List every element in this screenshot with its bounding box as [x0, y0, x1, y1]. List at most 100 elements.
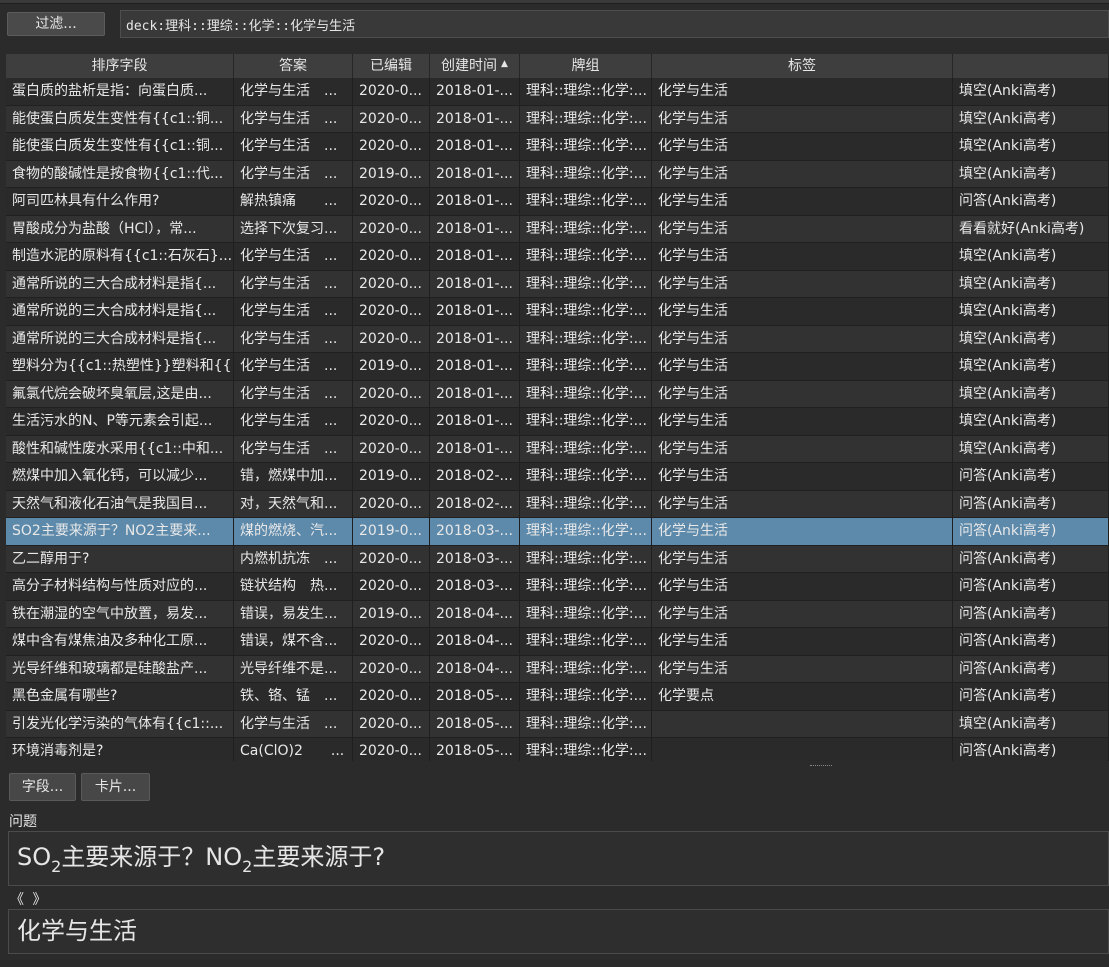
cell-sort-field: 能使蛋白质发生变性有{{c1::铜... [6, 105, 234, 133]
cell-deck: 理科::理综::化学:... [520, 105, 652, 133]
cell-answer: 选择下次复习... [234, 215, 353, 243]
table-row[interactable]: SO2主要来源于？NO2主要来... 煤的燃烧、汽... 2019-0... 2018… [6, 518, 1109, 546]
cell-note-type: 填空(Anki高考) [953, 270, 1109, 298]
table-row[interactable]: 能使蛋白质发生变性有{{c1::铜... 化学与生活 ... 2020-0... 20… [6, 133, 1109, 161]
column-header-tags[interactable]: 标签 [652, 54, 953, 78]
column-header-deck[interactable]: 牌组 [520, 54, 652, 78]
cell-edited: 2019-0... [353, 463, 430, 491]
cell-created: 2018-04-... [430, 655, 520, 683]
cell-edited: 2020-0... [353, 435, 430, 463]
question-subscript: 2 [242, 857, 253, 876]
cell-created: 2018-01-... [430, 435, 520, 463]
cell-edited: 2019-0... [353, 353, 430, 381]
cell-note-type: 填空(Anki高考) [953, 243, 1109, 271]
cell-tags: 化学与生活 [652, 298, 953, 326]
table-row[interactable]: 蛋白质的盐析是指：向蛋白质... 化学与生活 ... 2020-0... 2018-0… [6, 78, 1109, 106]
cell-answer: 链状结构 热... [234, 573, 353, 601]
cell-created: 2018-03-... [430, 518, 520, 546]
answer-field[interactable]: 化学与生活 [8, 909, 1109, 954]
cell-deck: 理科::理综::化学:... [520, 380, 652, 408]
cell-edited: 2020-0... [353, 573, 430, 601]
filter-button[interactable]: 过滤... [7, 12, 105, 36]
column-header-answer[interactable]: 答案 [234, 54, 353, 78]
question-field[interactable]: SO2主要来源于？NO2主要来源于? [8, 831, 1109, 886]
column-header-label: 排序字段 [91, 58, 148, 74]
column-header-sort-field[interactable]: 排序字段 [6, 54, 234, 78]
cell-deck: 理科::理综::化学:... [520, 655, 652, 683]
search-input[interactable] [120, 10, 1109, 38]
cell-note-type: 问答(Anki高考) [953, 573, 1109, 601]
cell-deck: 理科::理综::化学:... [520, 133, 652, 161]
cell-sort-field: 天然气和液化石油气是我国目... [6, 490, 234, 518]
cards-button[interactable]: 卡片... [81, 773, 150, 801]
cell-note-type: 填空(Anki高考) [953, 133, 1109, 161]
table-row[interactable]: 酸性和碱性废水采用{{c1::中和... 化学与生活 ... 2020-0... 20… [6, 435, 1109, 463]
column-header-edited[interactable]: 已编辑 [353, 54, 430, 78]
table-row[interactable]: 铁在潮湿的空气中放置，易发... 错误，易发生... 2019-0... 2018-0… [6, 600, 1109, 628]
table-row[interactable]: 通常所说的三大合成材料是指{... 化学与生活 ... 2020-0... 2018-… [6, 325, 1109, 353]
cell-tags: 化学与生活 [652, 573, 953, 601]
cell-answer: 化学与生活 ... [234, 408, 353, 436]
table-row[interactable]: 胃酸成分为盐酸（HCl），常... 选择下次复习... 2020-0... 2018-… [6, 215, 1109, 243]
table-row[interactable]: 乙二醇用于? 内燃机抗冻 ... 2020-0... 2018-03-... 理科::理… [6, 545, 1109, 573]
table-row[interactable]: 能使蛋白质发生变性有{{c1::铜... 化学与生活 ... 2020-0... 20… [6, 105, 1109, 133]
table-row[interactable]: 制造水泥的原料有{{c1::石灰石}... 化学与生活 ... 2020-0... 2… [6, 243, 1109, 271]
cell-answer: 化学与生活 ... [234, 78, 353, 106]
splitter-handle[interactable] [810, 765, 832, 768]
cell-created: 2018-01-... [430, 270, 520, 298]
cell-note-type: 填空(Anki高考) [953, 710, 1109, 738]
table-row[interactable]: 引发光化学污染的气体有{{c1::... 化学与生活 ... 2020-0... 20… [6, 710, 1109, 738]
cell-created: 2018-05-... [430, 710, 520, 738]
cell-note-type: 填空(Anki高考) [953, 380, 1109, 408]
cell-answer: 铁、铬、锰 ... [234, 683, 353, 711]
cell-sort-field: 光导纤维和玻璃都是硅酸盐产... [6, 655, 234, 683]
question-text: 主要来源于？NO [61, 843, 243, 871]
table-row[interactable]: 黑色金属有哪些? 铁、铬、锰 ... 2020-0... 2018-05-... 理科:… [6, 683, 1109, 711]
cell-tags: 化学与生活 [652, 628, 953, 656]
cell-tags: 化学与生活 [652, 325, 953, 353]
cell-edited: 2020-0... [353, 78, 430, 106]
cell-edited: 2020-0... [353, 105, 430, 133]
table-row[interactable]: 环境消毒剂是? Ca(ClO)2 ... 2020-0... 2018-05-... 理… [6, 738, 1109, 761]
cell-created: 2018-01-... [430, 243, 520, 271]
cell-answer: 解热镇痛 ... [234, 188, 353, 216]
cell-created: 2018-01-... [430, 105, 520, 133]
cell-sort-field: 铁在潮湿的空气中放置，易发... [6, 600, 234, 628]
cell-deck: 理科::理综::化学:... [520, 435, 652, 463]
table-row[interactable]: 光导纤维和玻璃都是硅酸盐产... 光导纤维不是... 2020-0... 2018-0… [6, 655, 1109, 683]
table-row[interactable]: 煤中含有煤焦油及多种化工原... 错误，煤不含... 2020-0... 2018-0… [6, 628, 1109, 656]
cell-edited: 2020-0... [353, 710, 430, 738]
cell-created: 2018-01-... [430, 78, 520, 106]
cell-deck: 理科::理综::化学:... [520, 408, 652, 436]
cell-created: 2018-03-... [430, 573, 520, 601]
table-row[interactable]: 天然气和液化石油气是我国目... 对，天然气和... 2020-0... 2018-0… [6, 490, 1109, 518]
table-row[interactable]: 生活污水的N、P等元素会引起... 化学与生活 ... 2020-0... 2018-… [6, 408, 1109, 436]
cell-note-type: 填空(Anki高考) [953, 353, 1109, 381]
cell-created: 2018-05-... [430, 683, 520, 711]
question-subscript: 2 [51, 857, 62, 876]
cell-sort-field: 能使蛋白质发生变性有{{c1::铜... [6, 133, 234, 161]
cell-sort-field: 高分子材料结构与性质对应的... [6, 573, 234, 601]
table-row[interactable]: 高分子材料结构与性质对应的... 链状结构 热... 2020-0... 2018-0… [6, 573, 1109, 601]
cell-note-type: 问答(Anki高考) [953, 738, 1109, 761]
table-row[interactable]: 塑料分为{{c1::热塑性}}塑料和{{... 化学与生活 ... 2019-0..… [6, 353, 1109, 381]
table-row[interactable]: 通常所说的三大合成材料是指{... 化学与生活 ... 2020-0... 2018-… [6, 270, 1109, 298]
table-row[interactable]: 阿司匹林具有什么作用? 解热镇痛 ... 2020-0... 2018-01-... 理… [6, 188, 1109, 216]
cell-deck: 理科::理综::化学:... [520, 628, 652, 656]
fields-button[interactable]: 字段... [9, 773, 76, 801]
table-row[interactable]: 氟氯代烷会破坏臭氧层,这是由... 化学与生活 ... 2020-0... 2018-… [6, 380, 1109, 408]
field-nav-arrows-icon[interactable]: 《 》 [10, 889, 48, 909]
table-row[interactable]: 通常所说的三大合成材料是指{... 化学与生活 ... 2020-0... 2018-… [6, 298, 1109, 326]
cell-answer: 对，天然气和... [234, 490, 353, 518]
cell-note-type: 问答(Anki高考) [953, 628, 1109, 656]
cell-edited: 2020-0... [353, 628, 430, 656]
cell-edited: 2020-0... [353, 298, 430, 326]
column-header-label: 牌组 [571, 58, 600, 74]
table-row[interactable]: 燃煤中加入氧化钙，可以减少... 错，燃煤中加... 2019-0... 2018-0… [6, 463, 1109, 491]
column-header-created[interactable]: 创建时间 ▲ [430, 54, 520, 78]
table-row[interactable]: 食物的酸碱性是按食物{{c1::代... 化学与生活 ... 2019-0... 20… [6, 160, 1109, 188]
column-header-note-type[interactable] [953, 54, 1109, 78]
cell-tags: 化学与生活 [652, 655, 953, 683]
cell-answer: 化学与生活 ... [234, 325, 353, 353]
cell-sort-field: 通常所说的三大合成材料是指{... [6, 270, 234, 298]
